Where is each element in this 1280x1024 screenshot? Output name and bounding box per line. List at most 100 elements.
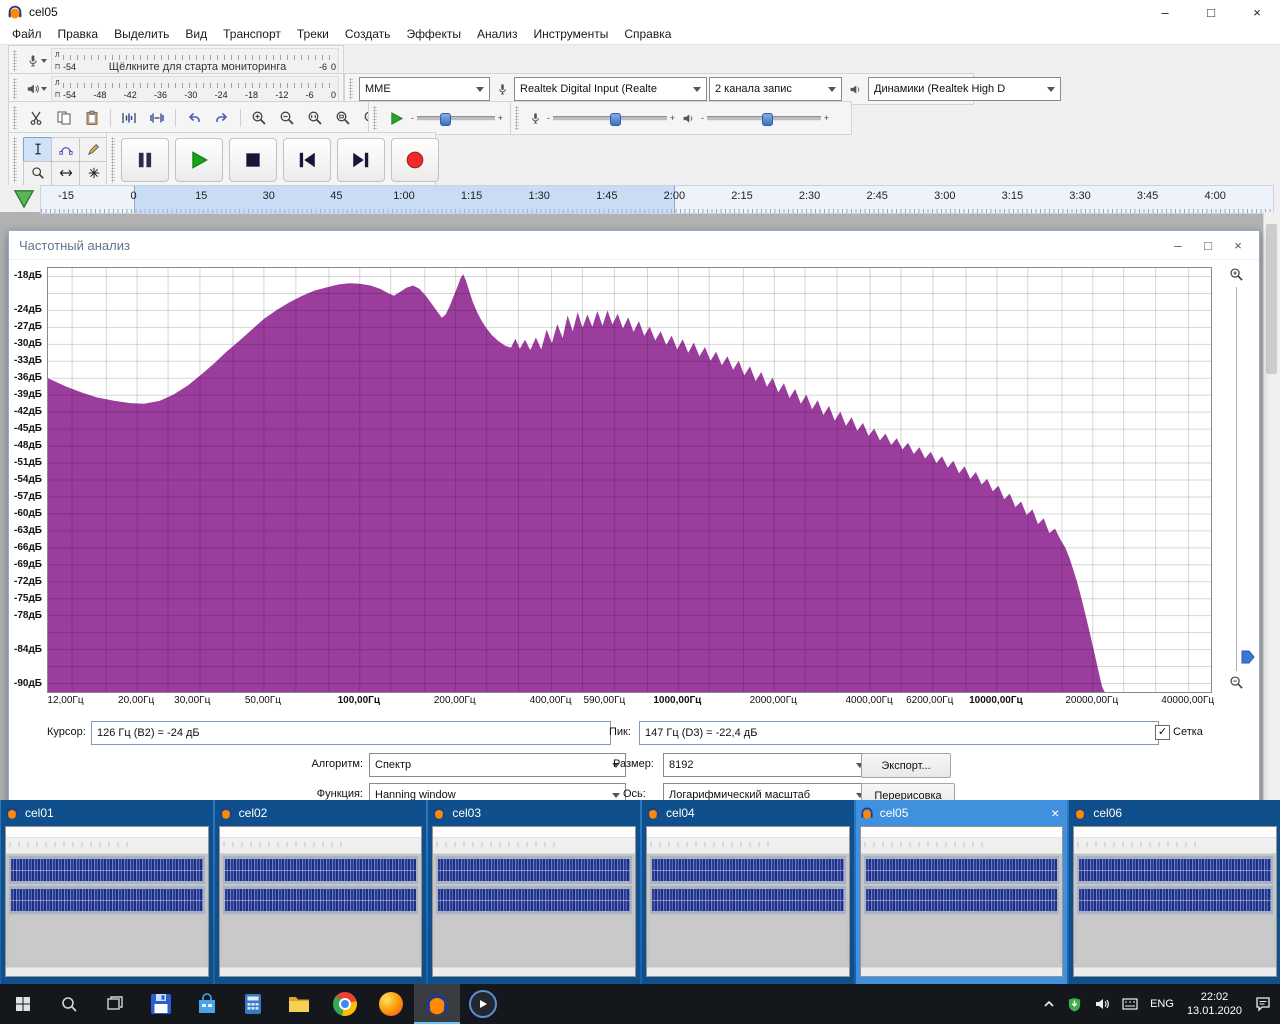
zoom-selection-button[interactable] [302,105,328,131]
window-minimize-button[interactable]: – [1142,0,1188,24]
toolbar-grip[interactable] [373,106,377,130]
output-device-select[interactable]: Динамики (Realtek High D [868,77,1061,101]
menu-item[interactable]: Вид [177,27,215,41]
toolbar-grip[interactable] [349,78,353,100]
app-save-icon[interactable] [138,984,184,1024]
export-button[interactable]: Экспорт... [861,753,951,778]
play-speed-slider[interactable]: - + [411,113,503,123]
record-button[interactable] [391,138,439,182]
menu-item[interactable]: Правка [50,27,107,41]
search-icon[interactable] [46,984,92,1024]
taskbar-preview[interactable]: cel04 [642,800,854,984]
dialog-titlebar[interactable]: Частотный анализ – □ × [9,231,1259,260]
silence-selection-button[interactable] [144,105,170,131]
peak-field[interactable]: 147 Гц (D3) = -22,4 дБ [639,721,1159,745]
menu-item[interactable]: Справка [616,27,679,41]
tray-volume-icon[interactable] [1089,984,1115,1024]
task-view-button[interactable] [92,984,138,1024]
algorithm-select[interactable]: Спектр [369,753,626,777]
playback-volume-slider[interactable]: - + [701,113,829,123]
menu-item[interactable]: Анализ [469,27,526,41]
play-button[interactable] [175,138,223,182]
timeline-ruler[interactable]: -1501530451:001:151:301:452:002:152:302:… [40,185,1274,214]
toolbar-grip[interactable] [13,106,17,130]
preview-close-button[interactable]: × [1047,805,1063,821]
dialog-close-button[interactable]: × [1223,232,1253,258]
menu-item[interactable]: Эффекты [398,27,469,41]
start-button[interactable] [0,984,46,1024]
timeline-pin-button[interactable] [12,187,36,210]
toolbar-grip[interactable] [13,50,17,72]
play-at-speed-button[interactable] [383,105,409,131]
taskbar-preview[interactable]: cel01 [1,800,213,984]
skip-to-start-button[interactable] [283,138,331,182]
zoom-tool-button[interactable] [23,161,52,186]
record-monitor-hint[interactable]: Щёлкните для старта мониторинга [80,61,315,73]
dialog-maximize-button[interactable]: □ [1193,232,1223,258]
channels-select[interactable]: 2 канала запис [709,77,842,101]
app-store-icon[interactable] [184,984,230,1024]
tray-keyboard-icon[interactable] [1117,984,1143,1024]
window-close-button[interactable]: × [1234,0,1280,24]
window-maximize-button[interactable]: □ [1188,0,1234,24]
taskbar-preview[interactable]: cel02 [215,800,427,984]
zoom-in-magnifier-icon[interactable] [1229,267,1245,283]
spectrum-plot[interactable] [47,267,1212,693]
taskbar-preview[interactable]: cel03 [428,800,640,984]
redo-button[interactable] [209,105,235,131]
draw-tool-button[interactable] [79,137,108,162]
trim-outside-button[interactable] [116,105,142,131]
size-select[interactable]: 8192 [663,753,870,777]
play-speed-slider-thumb[interactable] [440,113,451,126]
toolbar-grip[interactable] [13,137,17,183]
app-firefox-icon[interactable] [368,984,414,1024]
action-center-icon[interactable] [1250,984,1276,1024]
menu-item[interactable]: Выделить [106,27,177,41]
app-file-explorer-icon[interactable] [276,984,322,1024]
input-device-select[interactable]: Realtek Digital Input (Realte [514,77,707,101]
scrollbar-thumb[interactable] [1266,224,1277,374]
cursor-field[interactable]: 126 Гц (B2) = -24 дБ [91,721,611,745]
menu-item[interactable]: Создать [337,27,399,41]
timeshift-tool-button[interactable] [51,161,80,186]
tray-expand-icon[interactable] [1038,984,1060,1024]
record-meter-mic-icon[interactable] [23,48,49,74]
app-chrome-icon[interactable] [322,984,368,1024]
menu-item[interactable]: Транспорт [215,27,289,41]
toolbar-grip[interactable] [111,137,115,183]
tray-language-indicator[interactable]: ENG [1145,984,1179,1024]
pause-button[interactable] [121,138,169,182]
dialog-minimize-button[interactable]: – [1163,232,1193,258]
app-audacity-icon[interactable] [414,984,460,1024]
recording-volume-slider[interactable]: - + [547,113,675,123]
zoom-out-button[interactable] [274,105,300,131]
zoom-out-magnifier-icon[interactable] [1229,675,1245,691]
toolbar-grip[interactable] [13,78,17,100]
recording-meter[interactable]: Л П -54Щёлкните для старта мониторинга-6… [51,48,339,74]
app-calculator-icon[interactable] [230,984,276,1024]
host-select[interactable]: MME [359,77,490,101]
vertical-scrollbar[interactable] [1263,212,1280,802]
zoom-slider-thumb[interactable] [1241,649,1255,665]
copy-button[interactable] [51,105,77,131]
menu-item[interactable]: Инструменты [526,27,617,41]
recording-volume-thumb[interactable] [610,113,621,126]
multi-tool-button[interactable] [79,161,108,186]
app-media-player-icon[interactable] [460,984,506,1024]
zoom-project-button[interactable] [330,105,356,131]
envelope-tool-button[interactable] [51,137,80,162]
skip-to-end-button[interactable] [337,138,385,182]
menu-item[interactable]: Файл [4,27,50,41]
tray-clock[interactable]: 22:02 13.01.2020 [1181,990,1248,1018]
zoom-slider-track[interactable] [1236,287,1237,671]
grid-checkbox[interactable]: ✓ [1155,725,1170,740]
cut-button[interactable] [23,105,49,131]
paste-button[interactable] [79,105,105,131]
menu-item[interactable]: Треки [289,27,337,41]
playback-meter[interactable]: Л П -54-48-42-36-30-24-18-12-60 [51,76,339,102]
taskbar-preview[interactable]: cel06 [1069,800,1280,984]
tray-download-shield-icon[interactable] [1062,984,1087,1024]
undo-button[interactable] [181,105,207,131]
selection-tool-button[interactable] [23,137,52,162]
taskbar-preview[interactable]: cel05× [856,800,1068,984]
